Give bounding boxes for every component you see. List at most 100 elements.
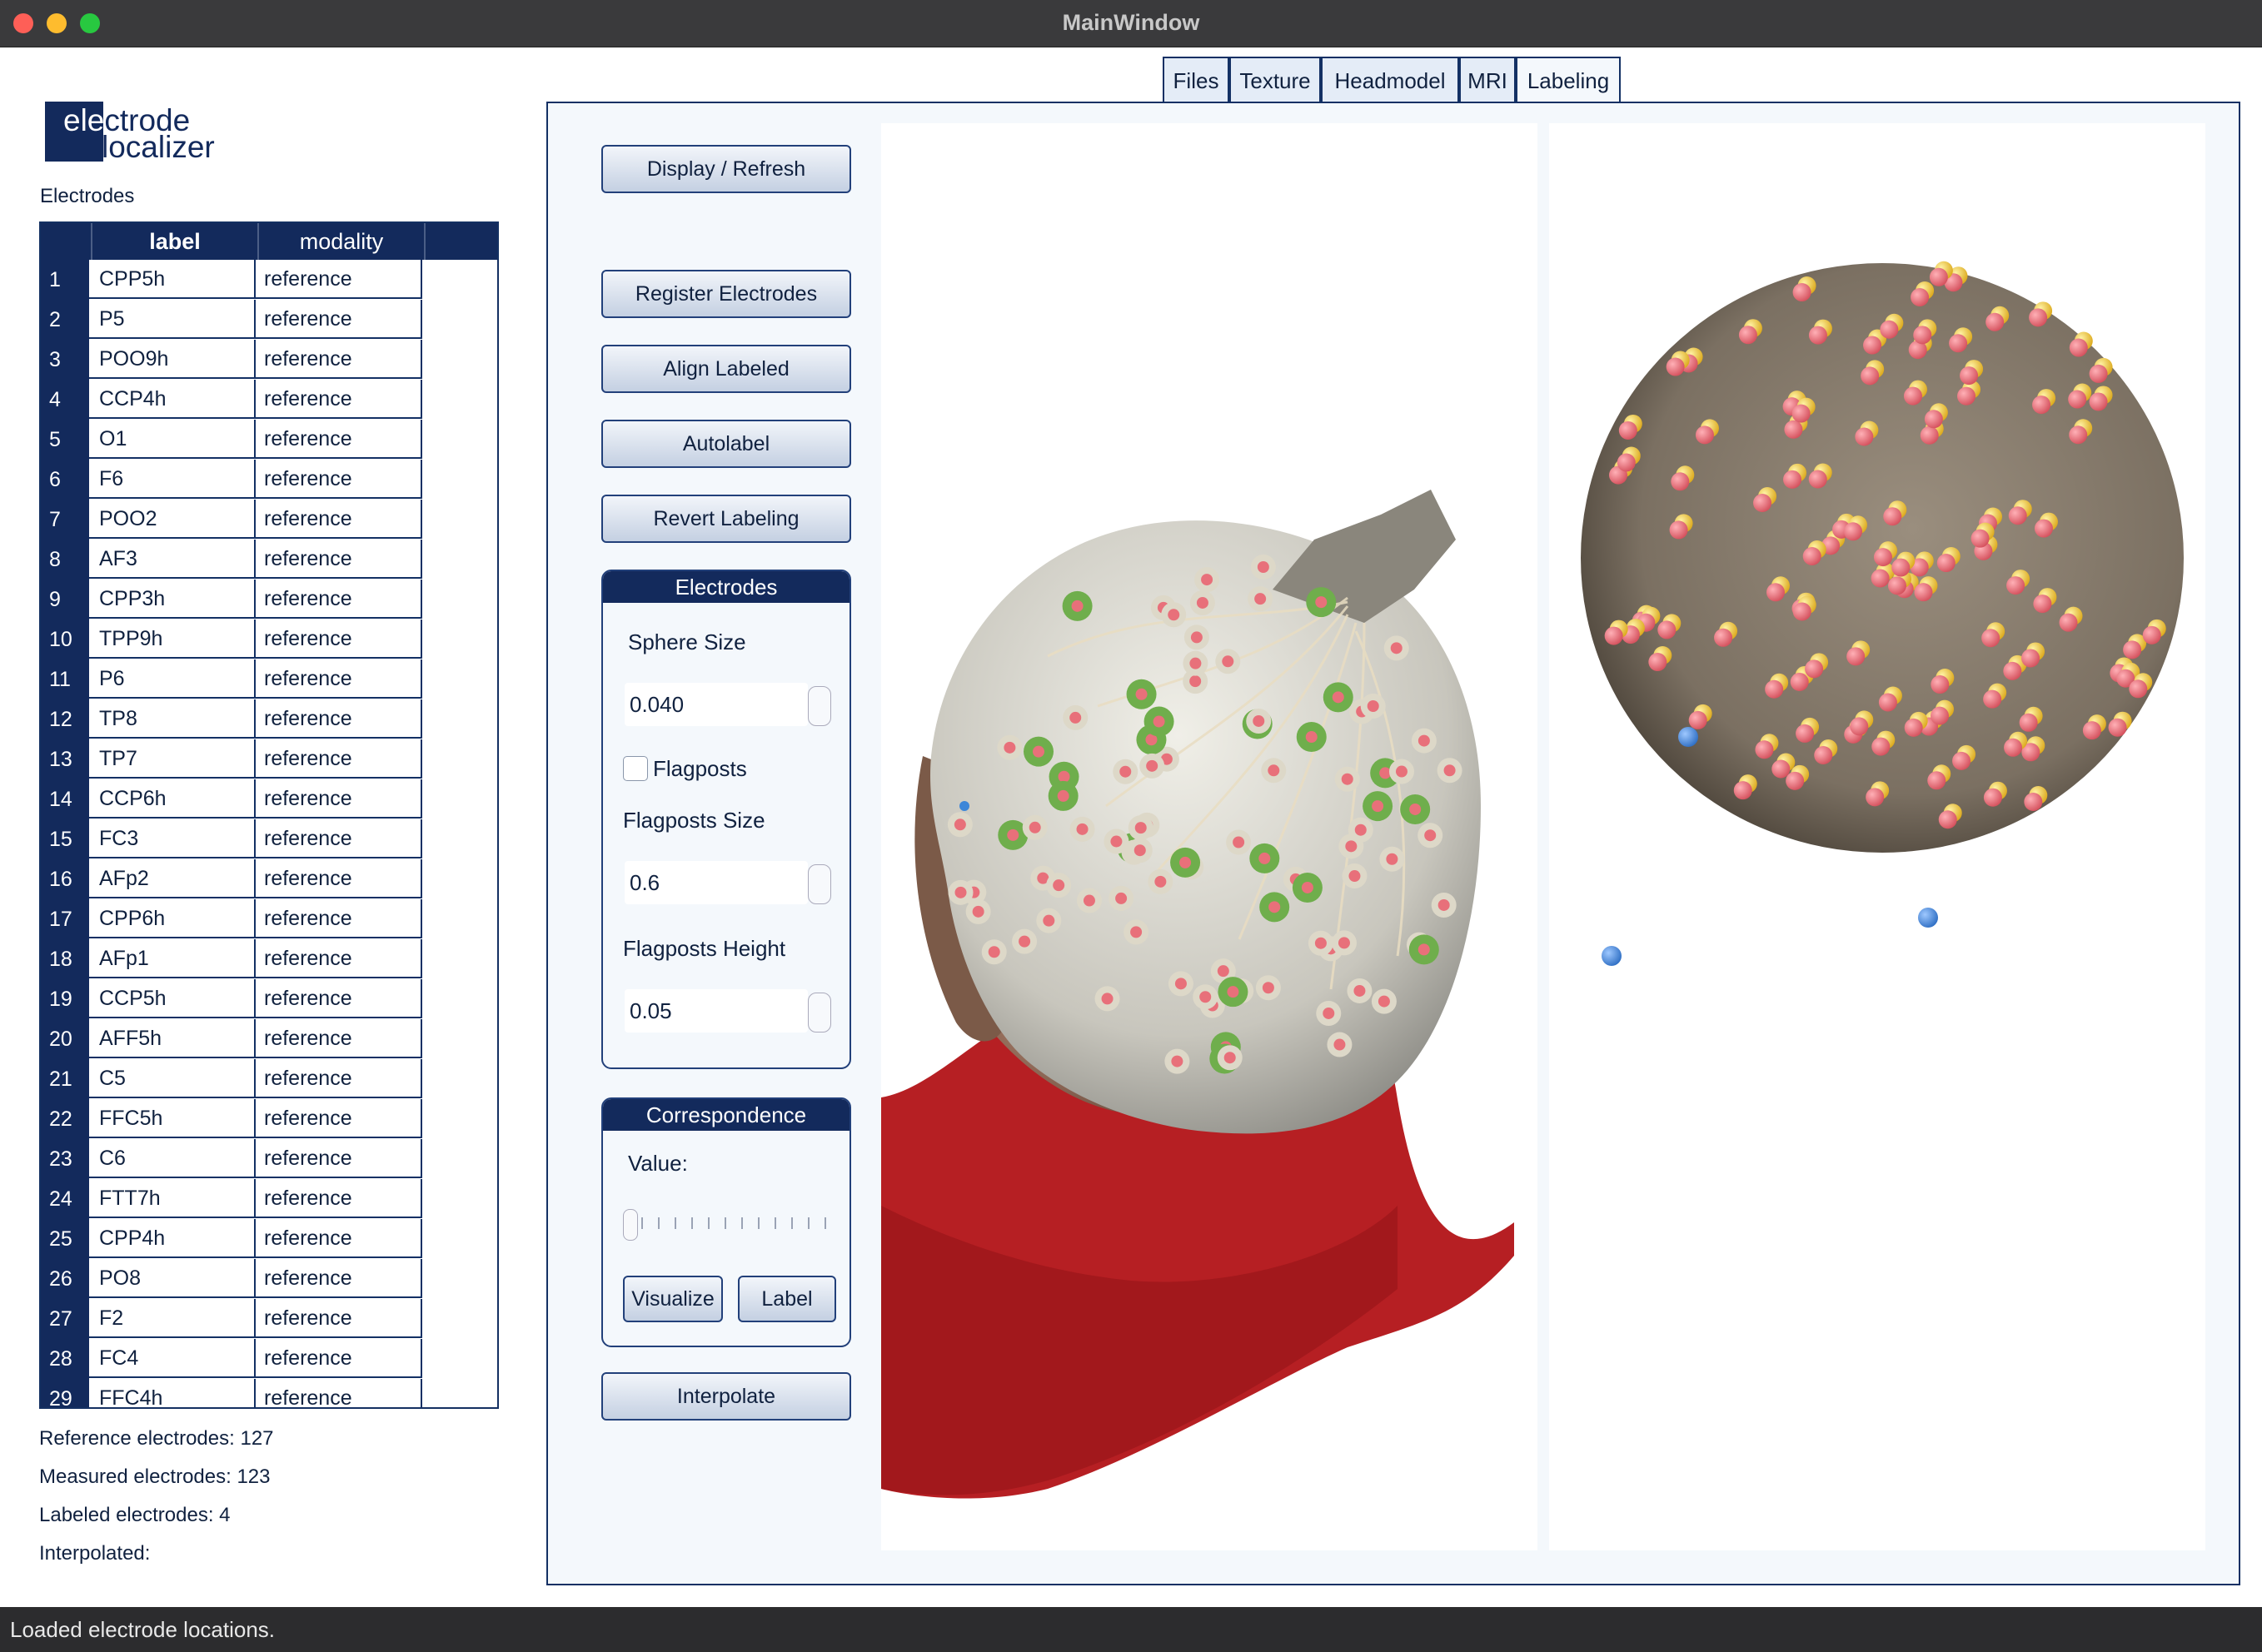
modality-cell[interactable]: reference	[256, 1219, 422, 1258]
label-cell[interactable]: P6	[89, 659, 256, 699]
tab-mri[interactable]: MRI	[1459, 57, 1516, 102]
label-cell[interactable]: TP8	[89, 699, 256, 739]
label-cell[interactable]: FTT7h	[89, 1179, 256, 1218]
flagposts-height-stepper[interactable]	[808, 993, 831, 1032]
table-row[interactable]: 8 AF3 reference	[41, 540, 497, 580]
table-row[interactable]: 21 C5 reference	[41, 1059, 497, 1099]
revert-labeling-button[interactable]: Revert Labeling	[601, 495, 851, 543]
modality-cell[interactable]: reference	[256, 939, 422, 978]
label-cell[interactable]: CPP5h	[89, 260, 256, 299]
table-row[interactable]: 3 POO9h reference	[41, 340, 497, 380]
flagposts-height-input[interactable]: 0.05	[625, 989, 808, 1032]
table-row[interactable]: 18 AFp1 reference	[41, 939, 497, 979]
modality-cell[interactable]: reference	[256, 819, 422, 858]
register-electrodes-button[interactable]: Register Electrodes	[601, 270, 851, 318]
modality-cell[interactable]: reference	[256, 1019, 422, 1058]
modality-cell[interactable]: reference	[256, 380, 422, 419]
modality-cell[interactable]: reference	[256, 739, 422, 779]
table-row[interactable]: 17 CPP6h reference	[41, 899, 497, 939]
table-row[interactable]: 14 CCP6h reference	[41, 779, 497, 819]
flagposts-size-stepper[interactable]	[808, 864, 831, 904]
table-row[interactable]: 12 TP8 reference	[41, 699, 497, 739]
label-button[interactable]: Label	[738, 1276, 836, 1322]
modality-cell[interactable]: reference	[256, 1259, 422, 1298]
label-cell[interactable]: TP7	[89, 739, 256, 779]
table-row[interactable]: 25 CPP4h reference	[41, 1219, 497, 1259]
table-row[interactable]: 29 FFC4h reference	[41, 1379, 497, 1407]
table-row[interactable]: 22 FFC5h reference	[41, 1099, 497, 1139]
label-cell[interactable]: FC3	[89, 819, 256, 858]
table-row[interactable]: 26 PO8 reference	[41, 1259, 497, 1299]
label-cell[interactable]: AF3	[89, 540, 256, 579]
label-cell[interactable]: F2	[89, 1299, 256, 1338]
tab-labeling[interactable]: Labeling	[1516, 57, 1621, 105]
table-row[interactable]: 6 F6 reference	[41, 460, 497, 500]
electrode-table[interactable]: label modality 1 CPP5h reference 2 P5 referen…	[39, 221, 499, 1409]
flagposts-checkbox[interactable]	[623, 756, 648, 781]
label-cell[interactable]: P5	[89, 300, 256, 339]
modality-cell[interactable]: reference	[256, 1059, 422, 1098]
modality-cell[interactable]: reference	[256, 420, 422, 459]
label-cell[interactable]: CCP6h	[89, 779, 256, 819]
display-refresh-button[interactable]: Display / Refresh	[601, 145, 851, 193]
table-row[interactable]: 19 CCP5h reference	[41, 979, 497, 1019]
table-row[interactable]: 7 POO2 reference	[41, 500, 497, 540]
label-cell[interactable]: F6	[89, 460, 256, 499]
table-row[interactable]: 1 CPP5h reference	[41, 260, 497, 300]
label-cell[interactable]: AFp2	[89, 859, 256, 898]
modality-cell[interactable]: reference	[256, 260, 422, 299]
visualize-button[interactable]: Visualize	[623, 1276, 723, 1322]
table-row[interactable]: 27 F2 reference	[41, 1299, 497, 1339]
label-cell[interactable]: CPP4h	[89, 1219, 256, 1258]
column-header-modality[interactable]: modality	[259, 223, 424, 260]
label-cell[interactable]: AFF5h	[89, 1019, 256, 1058]
modality-cell[interactable]: reference	[256, 460, 422, 499]
sphere-model-view[interactable]	[1549, 123, 2205, 1550]
table-row[interactable]: 10 TPP9h reference	[41, 620, 497, 659]
table-row[interactable]: 23 C6 reference	[41, 1139, 497, 1179]
label-cell[interactable]: CPP6h	[89, 899, 256, 938]
table-row[interactable]: 24 FTT7h reference	[41, 1179, 497, 1219]
slider-handle[interactable]	[623, 1209, 638, 1241]
table-row[interactable]: 5 O1 reference	[41, 420, 497, 460]
modality-cell[interactable]: reference	[256, 779, 422, 819]
label-cell[interactable]: FC4	[89, 1339, 256, 1378]
table-row[interactable]: 16 AFp2 reference	[41, 859, 497, 899]
label-cell[interactable]: AFp1	[89, 939, 256, 978]
label-cell[interactable]: TPP9h	[89, 620, 256, 659]
flagposts-size-input[interactable]: 0.6	[625, 861, 808, 904]
tab-headmodel[interactable]: Headmodel	[1321, 57, 1459, 102]
table-row[interactable]: 13 TP7 reference	[41, 739, 497, 779]
label-cell[interactable]: FFC4h	[89, 1379, 256, 1407]
tab-texture[interactable]: Texture	[1229, 57, 1321, 102]
modality-cell[interactable]: reference	[256, 1099, 422, 1138]
label-cell[interactable]: FFC5h	[89, 1099, 256, 1138]
tab-files[interactable]: Files	[1163, 57, 1229, 102]
column-header-label[interactable]: label	[92, 223, 257, 260]
table-row[interactable]: 9 CPP3h reference	[41, 580, 497, 620]
modality-cell[interactable]: reference	[256, 979, 422, 1018]
autolabel-button[interactable]: Autolabel	[601, 420, 851, 468]
label-cell[interactable]: POO9h	[89, 340, 256, 379]
table-row[interactable]: 11 P6 reference	[41, 659, 497, 699]
modality-cell[interactable]: reference	[256, 340, 422, 379]
table-row[interactable]: 2 P5 reference	[41, 300, 497, 340]
sphere-size-input[interactable]: 0.040	[625, 683, 808, 726]
modality-cell[interactable]: reference	[256, 1299, 422, 1338]
table-row[interactable]: 15 FC3 reference	[41, 819, 497, 859]
modality-cell[interactable]: reference	[256, 620, 422, 659]
label-cell[interactable]: C5	[89, 1059, 256, 1098]
modality-cell[interactable]: reference	[256, 1379, 422, 1407]
modality-cell[interactable]: reference	[256, 1339, 422, 1378]
table-row[interactable]: 4 CCP4h reference	[41, 380, 497, 420]
label-cell[interactable]: CCP4h	[89, 380, 256, 419]
label-cell[interactable]: O1	[89, 420, 256, 459]
label-cell[interactable]: C6	[89, 1139, 256, 1178]
table-row[interactable]: 28 FC4 reference	[41, 1339, 497, 1379]
modality-cell[interactable]: reference	[256, 699, 422, 739]
align-labeled-button[interactable]: Align Labeled	[601, 345, 851, 393]
label-cell[interactable]: CPP3h	[89, 580, 256, 619]
modality-cell[interactable]: reference	[256, 659, 422, 699]
modality-cell[interactable]: reference	[256, 580, 422, 619]
modality-cell[interactable]: reference	[256, 899, 422, 938]
